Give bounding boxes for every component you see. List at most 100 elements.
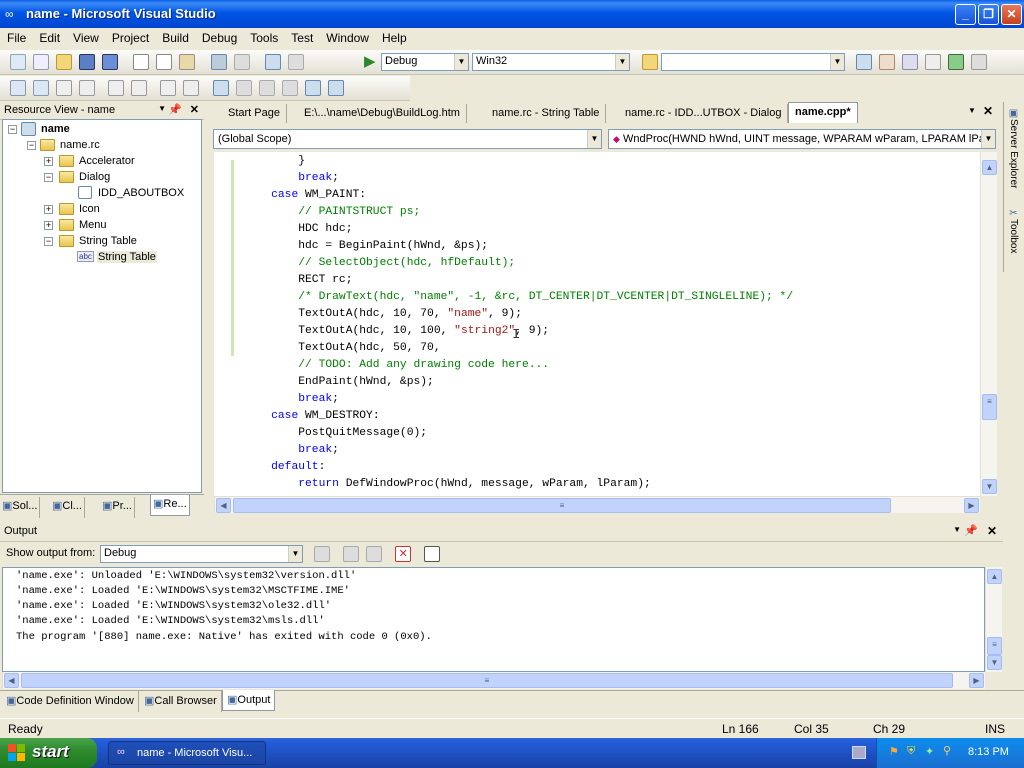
scroll-down-icon[interactable]: ▼ (982, 479, 997, 494)
add-item-icon[interactable] (33, 54, 50, 70)
tab-code-definition[interactable]: ▣Code Definition Window (2, 691, 139, 712)
menu-debug[interactable]: Debug (196, 28, 243, 45)
tree-node-menu[interactable]: Menu (79, 219, 107, 231)
scroll-thumb[interactable]: ≡ (987, 637, 1002, 655)
find-combo[interactable]: ▼ (661, 53, 845, 71)
function-combo[interactable]: ◆ WndProc(HWND hWnd, UINT message, WPARA… (608, 129, 996, 149)
tab-call-browser[interactable]: ▣Call Browser (140, 691, 222, 712)
find-message-icon[interactable] (314, 546, 330, 562)
scope-combo[interactable]: (Global Scope) ▼ (213, 129, 602, 149)
open-file-icon[interactable] (56, 54, 73, 70)
menu-file[interactable]: File (1, 28, 32, 45)
expand-icon[interactable]: + (44, 221, 53, 230)
save-all-icon[interactable] (102, 54, 119, 70)
tree-node-aboutbox[interactable]: IDD_ABOUTBOX (98, 187, 184, 199)
comment-icon[interactable] (160, 80, 177, 96)
dropdown-arrow-icon[interactable]: ▼ (158, 104, 166, 113)
scroll-thumb[interactable]: ≡ (982, 394, 997, 420)
menu-tools[interactable]: Tools (244, 28, 284, 45)
h-scroll-thumb[interactable]: ≡ (233, 498, 891, 513)
tree-node-rc[interactable]: name.rc (60, 139, 100, 151)
next-message-icon[interactable] (366, 546, 383, 562)
menu-test[interactable]: Test (285, 28, 319, 45)
complete-word-icon[interactable] (79, 80, 96, 96)
output-vertical-scrollbar[interactable]: ▲ ≡ ▼ (985, 567, 1002, 672)
pin-icon[interactable]: 📌 (168, 103, 182, 116)
tab-class-view[interactable]: ▣Cl... (50, 497, 85, 518)
collapse-icon[interactable]: − (8, 125, 17, 134)
start-debugging-icon[interactable]: ▶ (364, 52, 376, 70)
scroll-up-icon[interactable]: ▲ (982, 160, 997, 175)
decrease-indent-icon[interactable] (108, 80, 125, 96)
collapse-icon[interactable]: − (27, 141, 36, 150)
clear-all-icon[interactable]: ✕ (395, 546, 412, 562)
save-icon[interactable] (79, 54, 96, 70)
new-project-icon[interactable] (10, 54, 26, 70)
tab-string-table[interactable]: name.rc - String Table (486, 104, 607, 123)
close-button[interactable]: ✕ (1001, 4, 1022, 25)
uncomment-icon[interactable] (183, 80, 200, 96)
scroll-right-icon[interactable]: ▶ (969, 673, 984, 688)
bookmark-icon[interactable] (212, 80, 229, 96)
menu-build[interactable]: Build (156, 28, 195, 45)
tab-start-page[interactable]: Start Page (222, 104, 287, 123)
tree-node-project[interactable]: name (41, 123, 70, 135)
editor-horizontal-scrollbar[interactable]: ◀ ≡ ▶ (214, 496, 980, 513)
find-in-files-icon[interactable] (642, 54, 658, 70)
collapse-icon[interactable]: − (44, 173, 53, 182)
other-windows-icon[interactable] (971, 54, 988, 70)
h-scroll-thumb[interactable]: ≡ (21, 673, 953, 688)
tab-output[interactable]: ▣Output (222, 690, 276, 711)
scroll-left-icon[interactable]: ◀ (216, 498, 231, 513)
solution-config-combo[interactable]: Debug ▼ (381, 53, 469, 71)
expand-icon[interactable]: + (44, 157, 53, 166)
code-editor[interactable]: } break; case WM_PAINT: // PAINTSTRUCT p… (214, 152, 982, 496)
prev-bookmark-folder-icon[interactable] (281, 80, 298, 96)
next-bookmark-icon[interactable] (258, 80, 275, 96)
cut-icon[interactable] (133, 54, 150, 70)
toggle-word-wrap-icon[interactable] (424, 546, 441, 562)
menu-edit[interactable]: Edit (33, 28, 66, 45)
close-icon[interactable]: ✕ (987, 524, 997, 538)
toolbox-icon[interactable] (925, 54, 942, 70)
prev-bookmark-icon[interactable] (235, 80, 252, 96)
paste-icon[interactable] (179, 54, 196, 70)
next-bookmark-folder-icon[interactable] (304, 80, 321, 96)
menu-help[interactable]: Help (376, 28, 413, 45)
tree-node-icon[interactable]: Icon (79, 203, 100, 215)
keyboard-icon[interactable] (852, 746, 866, 759)
platform-combo[interactable]: Win32 ▼ (472, 53, 630, 71)
maximize-button[interactable]: ❐ (978, 4, 999, 25)
tab-property-manager[interactable]: ▣Pr... (100, 497, 135, 518)
tree-node-string-table[interactable]: String Table (97, 251, 157, 263)
navigate-forward-icon[interactable] (287, 54, 304, 70)
output-source-combo[interactable]: Debug ▼ (100, 545, 303, 563)
output-text[interactable]: 'name.exe': Unloaded 'E:\WINDOWS\system3… (2, 567, 985, 672)
search-icon[interactable]: ⚲ (943, 744, 951, 757)
collapse-icon[interactable]: − (44, 237, 53, 246)
close-document-icon[interactable]: ✕ (983, 104, 993, 118)
tab-list-dropdown-icon[interactable]: ▼ (968, 106, 976, 115)
tab-resource-view[interactable]: ▣Re... (150, 495, 190, 516)
menu-view[interactable]: View (67, 28, 105, 45)
clock[interactable]: 8:13 PM (968, 746, 1009, 758)
tab-buildlog[interactable]: E:\...\name\Debug\BuildLog.htm (298, 104, 467, 123)
start-page-icon[interactable] (948, 54, 965, 70)
menu-project[interactable]: Project (106, 28, 155, 45)
output-horizontal-scrollbar[interactable]: ◀ ≡ ▶ (2, 672, 985, 689)
prev-message-icon[interactable] (343, 546, 360, 562)
object-browser-icon[interactable] (902, 54, 919, 70)
increase-indent-icon[interactable] (131, 80, 148, 96)
pin-icon[interactable]: 📌 (964, 524, 978, 537)
quick-info-icon[interactable] (56, 80, 73, 96)
redo-icon[interactable] (233, 54, 250, 70)
security-shield-icon[interactable]: ⛨ (907, 745, 915, 758)
member-list-icon[interactable] (10, 80, 26, 96)
scroll-left-icon[interactable]: ◀ (4, 673, 19, 688)
menu-window[interactable]: Window (320, 28, 375, 45)
connection-icon[interactable]: ✦ (925, 745, 934, 758)
start-button[interactable]: start (0, 738, 97, 768)
tree-node-dialog[interactable]: Dialog (79, 171, 110, 183)
tab-toolbox[interactable]: ✂Toolbox (1008, 208, 1019, 253)
navigate-backward-icon[interactable] (264, 54, 281, 70)
